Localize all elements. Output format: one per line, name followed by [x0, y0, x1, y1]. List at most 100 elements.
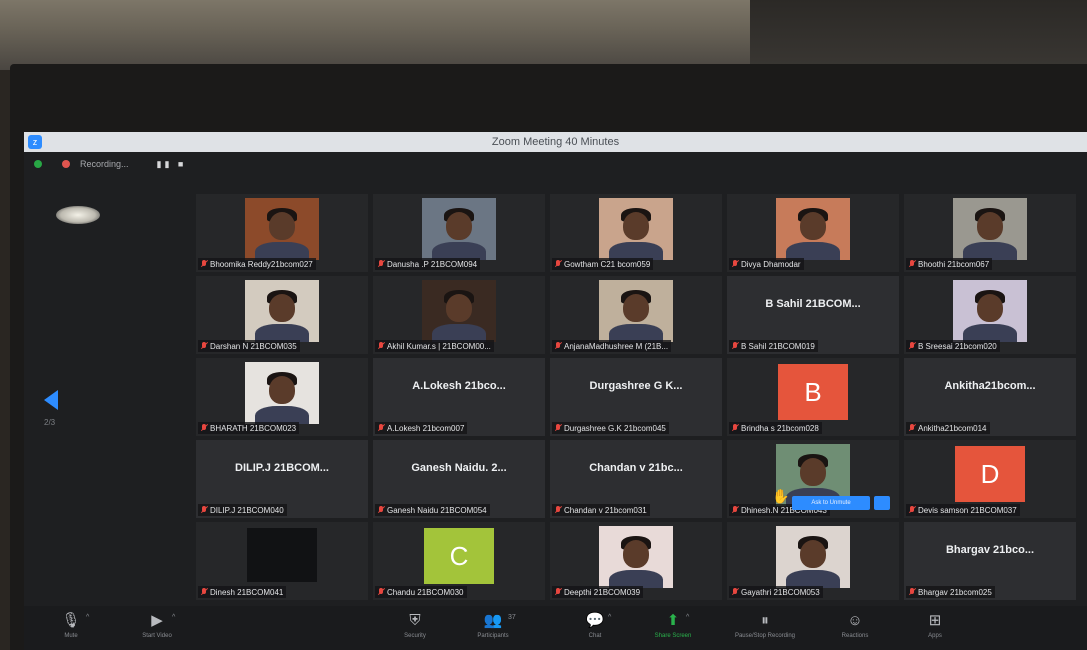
- chat-icon: 💬: [585, 612, 605, 629]
- participant-name-label: Brindha s 21bcom028: [729, 422, 822, 434]
- mute-button[interactable]: 🎙 Mute: [36, 612, 106, 639]
- muted-mic-icon: [201, 342, 207, 350]
- participant-name-label: Bhoomika Reddy21bcom027: [198, 258, 316, 270]
- participant-tile[interactable]: B Brindha s 21bcom028: [727, 358, 899, 436]
- participant-tile[interactable]: DILIP.J 21BCOM... DILIP.J 21BCOM040: [196, 440, 368, 518]
- participant-tile[interactable]: Akhil Kumar.s | 21BCOM00...: [373, 276, 545, 354]
- participant-name: Chandu 21BCOM030: [387, 587, 464, 597]
- participant-tile[interactable]: Bhoomika Reddy21bcom027: [196, 194, 368, 272]
- security-button[interactable]: ⛨ Security: [380, 612, 450, 639]
- apps-icon: ⊞: [928, 612, 942, 629]
- participant-tile[interactable]: B Sahil 21BCOM... B Sahil 21BCOM019: [727, 276, 899, 354]
- participant-video: [422, 198, 496, 260]
- participant-name-label: Chandu 21BCOM030: [375, 586, 467, 598]
- participant-name-label: Gayathri 21BCOM053: [729, 586, 823, 598]
- participant-video: [953, 198, 1027, 260]
- participant-name-label: Chandan v 21bcom031: [552, 504, 650, 516]
- chevron-up-icon[interactable]: ^: [86, 614, 89, 621]
- recording-icon: [62, 160, 70, 168]
- chevron-up-icon[interactable]: ^: [172, 614, 175, 621]
- meeting-top-bar: Recording... ▮▮ ■: [24, 152, 1087, 176]
- muted-mic-icon: [378, 342, 384, 350]
- participant-tile[interactable]: Divya Dhamodar: [727, 194, 899, 272]
- participant-name-label: BHARATH 21BCOM023: [198, 422, 300, 434]
- participant-tile[interactable]: D Devis samson 21BCOM037: [904, 440, 1076, 518]
- reactions-button[interactable]: ☺ Reactions: [820, 612, 890, 639]
- participant-tile[interactable]: Dinesh 21BCOM041: [196, 522, 368, 600]
- muted-mic-icon: [732, 424, 738, 432]
- encryption-icon[interactable]: [34, 160, 42, 168]
- participant-tile[interactable]: AnjanaMadhushree M (21B...: [550, 276, 722, 354]
- participant-name: DILIP.J 21BCOM040: [210, 505, 284, 515]
- participant-tile[interactable]: Chandan v 21bc... Chandan v 21bcom031: [550, 440, 722, 518]
- chevron-up-icon[interactable]: ^: [608, 614, 611, 621]
- participant-name: Divya Dhamodar: [741, 259, 801, 269]
- participant-name: Danusha .P 21BCOM094: [387, 259, 478, 269]
- chat-button[interactable]: 💬 Chat: [560, 612, 630, 639]
- participant-name: B Sahil 21BCOM019: [741, 341, 815, 351]
- participant-tile[interactable]: Deepthi 21BCOM039: [550, 522, 722, 600]
- participant-name-label: Akhil Kumar.s | 21BCOM00...: [375, 340, 494, 352]
- participant-tile[interactable]: C Chandu 21BCOM030: [373, 522, 545, 600]
- toolbar-label: Participants: [477, 633, 509, 639]
- participant-name-label: Bhoothi 21bcom067: [906, 258, 993, 270]
- participant-display-name: B Sahil 21BCOM...: [765, 298, 861, 310]
- toolbar-label: Mute: [64, 633, 78, 639]
- participant-tile[interactable]: A.Lokesh 21bco... A.Lokesh 21bcom007: [373, 358, 545, 436]
- video-camera-icon: ▶: [151, 612, 163, 629]
- participant-video: [599, 526, 673, 588]
- more-options-button[interactable]: [874, 496, 890, 510]
- muted-mic-icon: [555, 342, 561, 350]
- zoom-window: z Zoom Meeting 40 Minutes Recording... ▮…: [24, 132, 1087, 650]
- toolbar-label: Chat: [588, 633, 602, 639]
- participant-tile[interactable]: Ganesh Naidu. 2... Ganesh Naidu 21BCOM054: [373, 440, 545, 518]
- recording-controls[interactable]: ▮▮ ■: [157, 159, 187, 170]
- participant-tile[interactable]: Gowtham C21 bcom059: [550, 194, 722, 272]
- participant-name-label: Durgashree G.K 21bcom045: [552, 422, 669, 434]
- participant-tile[interactable]: Ankitha21bcom... Ankitha21bcom014: [904, 358, 1076, 436]
- muted-mic-icon: [555, 424, 561, 432]
- raised-hand-icon: ✋: [772, 488, 790, 504]
- muted-mic-icon: [555, 506, 561, 514]
- participant-name: Devis samson 21BCOM037: [918, 505, 1017, 515]
- participant-name-label: Deepthi 21BCOM039: [552, 586, 644, 598]
- muted-mic-icon: [909, 588, 915, 596]
- participant-tile[interactable]: Gayathri 21BCOM053: [727, 522, 899, 600]
- participant-display-name: Chandan v 21bc...: [589, 462, 683, 474]
- video-off-placeholder: [247, 528, 317, 582]
- reactions-icon: ☺: [847, 612, 863, 629]
- participant-tile[interactable]: Danusha .P 21BCOM094: [373, 194, 545, 272]
- screen-glare: [56, 206, 100, 224]
- participant-video: [245, 198, 319, 260]
- participant-tile[interactable]: Bhoothi 21bcom067: [904, 194, 1076, 272]
- pause-stop-recording-button[interactable]: ⏸ Pause/Stop Recording: [730, 612, 800, 639]
- muted-mic-icon: [378, 260, 384, 268]
- participant-display-name: Ganesh Naidu. 2...: [411, 462, 507, 474]
- chevron-up-icon[interactable]: ^: [686, 614, 689, 621]
- participant-tile[interactable]: Durgashree G K... Durgashree G.K 21bcom04…: [550, 358, 722, 436]
- participant-tile[interactable]: B Sreesai 21bcom020: [904, 276, 1076, 354]
- participants-icon: 👥: [483, 612, 503, 629]
- participant-name-label: Ganesh Naidu 21BCOM054: [375, 504, 490, 516]
- participants-button[interactable]: 👥 Participants: [458, 612, 528, 639]
- participant-name-label: Divya Dhamodar: [729, 258, 804, 270]
- muted-mic-icon: [201, 588, 207, 596]
- participant-tile[interactable]: Darshan N 21BCOM035: [196, 276, 368, 354]
- participant-name: Ganesh Naidu 21BCOM054: [387, 505, 487, 515]
- muted-mic-icon: [201, 260, 207, 268]
- share-screen-button[interactable]: ⬆ Share Screen: [638, 612, 708, 639]
- muted-mic-icon: [378, 588, 384, 596]
- ask-to-unmute-button[interactable]: Ask to Unmute: [792, 496, 870, 510]
- shield-icon: ⛨: [409, 612, 421, 629]
- microphone-icon: 🎙: [61, 612, 81, 629]
- participant-tile[interactable]: Bhargav 21bco... Bhargav 21bcom025: [904, 522, 1076, 600]
- participant-display-name: A.Lokesh 21bco...: [412, 380, 506, 392]
- apps-button[interactable]: ⊞ Apps: [900, 612, 970, 639]
- previous-page-icon[interactable]: [44, 390, 58, 410]
- pause-stop-icon: ⏸: [761, 612, 769, 629]
- participant-name-label: B Sahil 21BCOM019: [729, 340, 818, 352]
- start-video-button[interactable]: ▶ Start Video: [122, 612, 192, 639]
- participant-name: Darshan N 21BCOM035: [210, 341, 297, 351]
- participant-name: Brindha s 21bcom028: [741, 423, 819, 433]
- participant-tile[interactable]: BHARATH 21BCOM023: [196, 358, 368, 436]
